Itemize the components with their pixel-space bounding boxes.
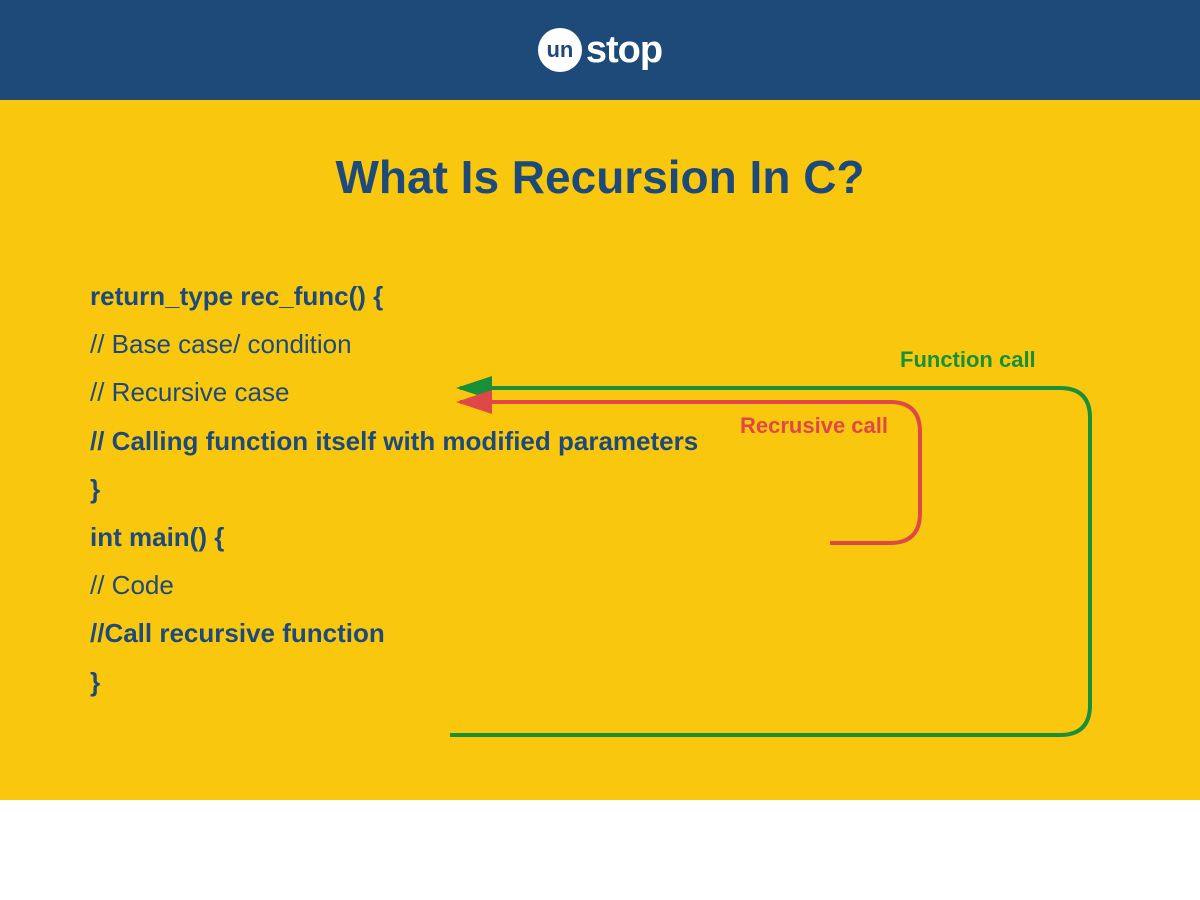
recursive-call-label: Recrusive call (740, 413, 888, 439)
code-line-9: } (90, 660, 1110, 704)
page-title: What Is Recursion In C? (90, 150, 1110, 204)
code-line-3: // Recursive case (90, 370, 1110, 414)
code-line-5: } (90, 467, 1110, 511)
code-line-1: return_type rec_func() { (90, 274, 1110, 318)
code-line-7: // Code (90, 563, 1110, 607)
function-call-label: Function call (900, 347, 1036, 373)
logo-circle-text: un (546, 37, 573, 63)
code-line-8: //Call recursive function (90, 611, 1110, 655)
logo-word: stop (586, 29, 662, 72)
logo-circle: un (538, 28, 582, 72)
code-line-4: // Calling function itself with modified… (90, 419, 1110, 463)
code-block: return_type rec_func() { // Base case/ c… (90, 274, 1110, 704)
content-panel: What Is Recursion In C? return_type rec_… (0, 100, 1200, 800)
header-bar: un stop (0, 0, 1200, 100)
brand-logo: un stop (538, 28, 662, 72)
code-line-6: int main() { (90, 515, 1110, 559)
